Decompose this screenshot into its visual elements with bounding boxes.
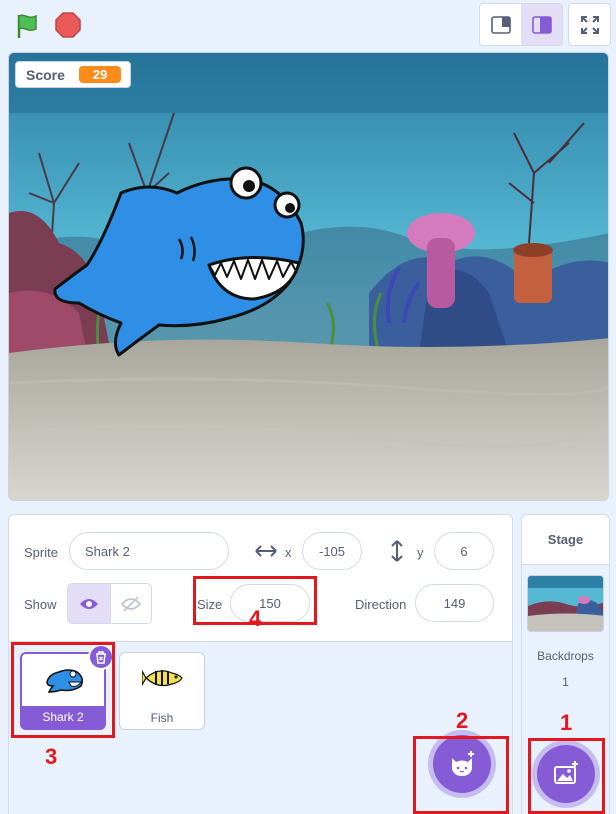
- annotation-box-3: [11, 642, 115, 738]
- annotation-box-2: [413, 736, 509, 814]
- fullscreen-button[interactable]: [568, 3, 611, 46]
- y-input[interactable]: 6: [434, 532, 494, 570]
- x-input[interactable]: -105: [302, 532, 362, 570]
- hide-button[interactable]: [109, 584, 152, 623]
- green-flag-button[interactable]: [14, 12, 42, 40]
- fullscreen-icon: [580, 15, 599, 34]
- fish-thumbnail: [142, 669, 183, 687]
- eye-slash-icon: [120, 595, 141, 612]
- show-button[interactable]: [68, 584, 110, 623]
- underwater-backdrop-thumbnail: [528, 576, 603, 631]
- sprite-tile-label: Fish: [150, 711, 174, 725]
- annotation-number-2: 2: [456, 708, 469, 733]
- backdrops-count: 1: [562, 675, 569, 689]
- direction-input[interactable]: 149: [415, 584, 494, 622]
- y-label: y: [417, 545, 424, 560]
- annotation-number-1: 1: [560, 710, 573, 735]
- score-monitor[interactable]: Score 29: [15, 61, 132, 88]
- eye-icon: [79, 598, 98, 609]
- stage-canvas[interactable]: Score 29: [8, 52, 609, 501]
- sprite-name-label: Sprite: [24, 545, 58, 560]
- vertical-arrows-icon: [391, 540, 403, 562]
- x-label: x: [285, 545, 292, 560]
- small-stage-button[interactable]: [480, 4, 521, 45]
- stop-button[interactable]: [54, 11, 82, 39]
- backdrops-label: Backdrops: [537, 649, 594, 663]
- sprite-tile-fish[interactable]: Fish: [119, 652, 205, 730]
- underwater-backdrop: [9, 53, 608, 500]
- monitor-value: 29: [78, 66, 122, 83]
- sprite-name-input[interactable]: Shark 2: [69, 532, 229, 570]
- show-label: Show: [24, 597, 57, 612]
- annotation-number-4: 4: [249, 606, 262, 631]
- stage-size-toggle: [479, 3, 563, 46]
- backdrop-thumbnail[interactable]: [527, 575, 604, 632]
- monitor-label: Score: [26, 66, 65, 83]
- annotation-number-3: 3: [45, 744, 58, 769]
- stop-sign-icon: [55, 12, 81, 38]
- direction-label: Direction: [355, 597, 407, 612]
- small-stage-icon: [490, 15, 511, 34]
- large-stage-button[interactable]: [521, 4, 562, 45]
- annotation-box-1: [528, 738, 605, 814]
- stage-pane-title: Stage: [522, 515, 609, 565]
- horizontal-arrows-icon: [255, 545, 277, 557]
- green-flag-icon: [17, 14, 37, 38]
- large-stage-icon: [531, 15, 552, 34]
- stage-toolbar: [0, 0, 616, 50]
- visibility-toggle: [67, 583, 152, 624]
